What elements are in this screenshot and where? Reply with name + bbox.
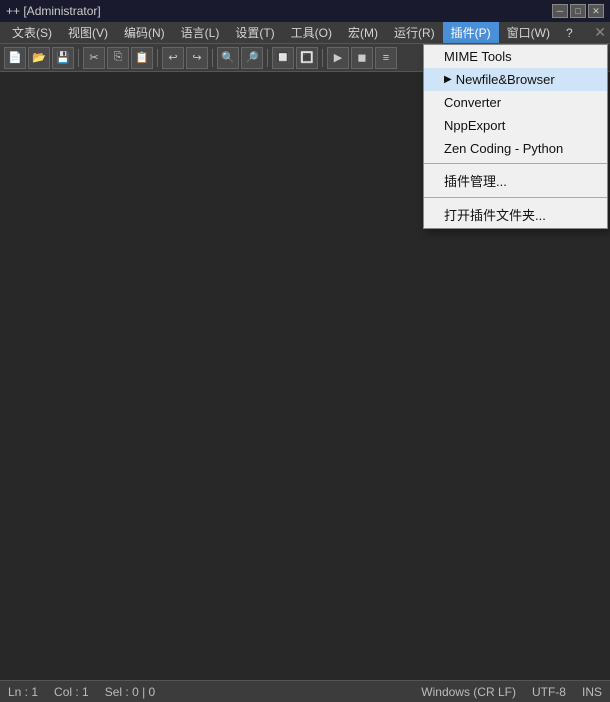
status-line-ending: Windows (CR LF) <box>421 685 516 699</box>
toolbar-sep1 <box>78 49 79 67</box>
title-bar-left: ++ [Administrator] <box>6 4 101 18</box>
status-encoding: UTF-8 <box>532 685 566 699</box>
title-bar: ++ [Administrator] ─ □ ✕ <box>0 0 610 22</box>
menu-bar: 文表(S) 视图(V) 编码(N) 语言(L) 设置(T) 工具(O) 宏(M)… <box>0 22 610 44</box>
toolbar-undo[interactable]: ↩ <box>162 47 184 69</box>
toolbar-sep2 <box>157 49 158 67</box>
toolbar-cut[interactable]: ✂ <box>83 47 105 69</box>
toolbar-save[interactable]: 💾 <box>52 47 74 69</box>
menu-item-wenbiao[interactable]: 文表(S) <box>4 22 60 43</box>
plugin-dropdown: MIME Tools ▶ Newfile&Browser Converter N… <box>423 44 608 229</box>
status-ln: Ln : 1 <box>8 685 38 699</box>
minimize-button[interactable]: ─ <box>552 4 568 18</box>
menu-item-yuyan[interactable]: 语言(L) <box>173 22 228 43</box>
toolbar-run[interactable]: ▶ <box>327 47 349 69</box>
close-tab-icon[interactable]: ✕ <box>594 24 606 41</box>
toolbar-zoom-out[interactable]: 🔳 <box>296 47 318 69</box>
toolbar-find[interactable]: 🔍 <box>217 47 239 69</box>
menu-item-bianma[interactable]: 编码(N) <box>116 22 173 43</box>
toolbar-macro[interactable]: ◼ <box>351 47 373 69</box>
menu-item-yunxing[interactable]: 运行(R) <box>386 22 443 43</box>
status-mode: INS <box>582 685 602 699</box>
dropdown-item-newfile-browser[interactable]: ▶ Newfile&Browser <box>424 68 607 91</box>
toolbar-replace[interactable]: 🔎 <box>241 47 263 69</box>
mime-tools-label: MIME Tools <box>444 49 512 64</box>
dropdown-sep1 <box>424 163 607 164</box>
toolbar-new[interactable]: 📄 <box>4 47 26 69</box>
menu-item-hong[interactable]: 宏(M) <box>340 22 386 43</box>
converter-label: Converter <box>444 95 501 110</box>
open-plugin-folder-label: 打开插件文件夹... <box>444 208 546 223</box>
toolbar-zoom-in[interactable]: 🔲 <box>272 47 294 69</box>
nppexport-label: NppExport <box>444 118 505 133</box>
menu-item-shezhi[interactable]: 设置(T) <box>227 22 282 43</box>
status-sel: Sel : 0 | 0 <box>105 685 155 699</box>
menu-item-help[interactable]: ? <box>558 24 581 42</box>
menu-item-shitu[interactable]: 视图(V) <box>60 22 116 43</box>
toolbar-extra[interactable]: ≡ <box>375 47 397 69</box>
menu-item-chajian[interactable]: 插件(P) <box>443 22 499 43</box>
dropdown-sep2 <box>424 197 607 198</box>
close-button[interactable]: ✕ <box>588 4 604 18</box>
toolbar-sep3 <box>212 49 213 67</box>
dropdown-item-mime-tools[interactable]: MIME Tools <box>424 45 607 68</box>
dropdown-item-plugin-manager[interactable]: 插件管理... <box>424 167 607 194</box>
zen-coding-label: Zen Coding - Python <box>444 141 563 156</box>
toolbar-paste[interactable]: 📋 <box>131 47 153 69</box>
dropdown-item-nppexport[interactable]: NppExport <box>424 114 607 137</box>
maximize-button[interactable]: □ <box>570 4 586 18</box>
dropdown-item-converter[interactable]: Converter <box>424 91 607 114</box>
toolbar-open[interactable]: 📂 <box>28 47 50 69</box>
status-bar: Ln : 1 Col : 1 Sel : 0 | 0 Windows (CR L… <box>0 680 610 702</box>
newfile-browser-label: Newfile&Browser <box>456 72 555 87</box>
dropdown-item-open-plugin-folder[interactable]: 打开插件文件夹... <box>424 201 607 228</box>
menu-item-chuangkou[interactable]: 窗口(W) <box>499 22 558 43</box>
plugin-manager-label: 插件管理... <box>444 174 507 189</box>
toolbar-sep4 <box>267 49 268 67</box>
title-text: ++ [Administrator] <box>6 4 101 18</box>
toolbar-sep5 <box>322 49 323 67</box>
toolbar-redo[interactable]: ↪ <box>186 47 208 69</box>
status-right: Windows (CR LF) UTF-8 INS <box>421 685 602 699</box>
status-col: Col : 1 <box>54 685 89 699</box>
title-bar-controls: ─ □ ✕ <box>552 4 604 18</box>
toolbar-copy[interactable]: ⎘ <box>107 47 129 69</box>
dropdown-item-zen-coding[interactable]: Zen Coding - Python <box>424 137 607 160</box>
cursor-arrow-icon: ▶ <box>444 74 452 85</box>
menu-item-gongju[interactable]: 工具(O) <box>283 22 340 43</box>
